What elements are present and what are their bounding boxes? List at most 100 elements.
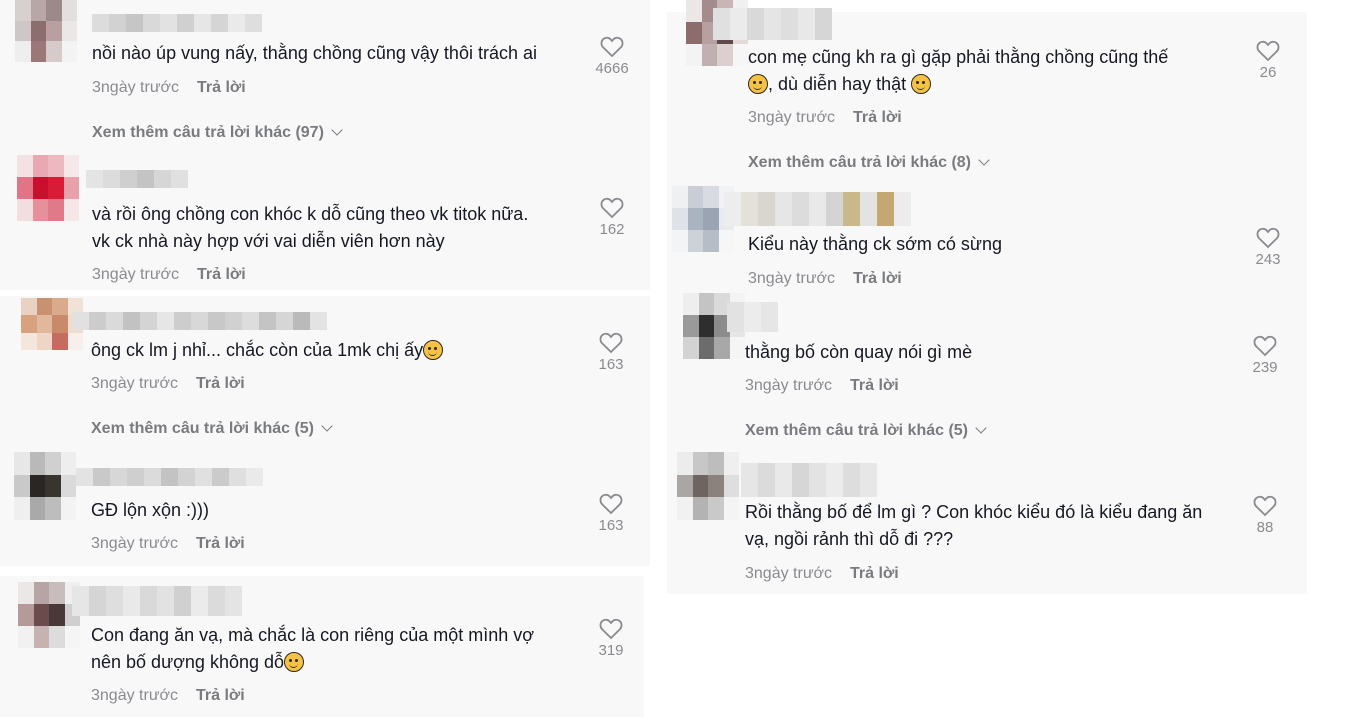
heart-outline-icon (1253, 495, 1277, 517)
like-button[interactable]: 239 (1242, 335, 1288, 376)
comment-text-content: nên bố dượng không dỗ (91, 652, 285, 672)
comment-text-content: , dù diễn hay thật (768, 74, 907, 94)
avatar[interactable] (677, 452, 739, 520)
comment-meta: 3ngày trước Trả lời (91, 687, 245, 705)
heart-outline-icon (599, 332, 623, 354)
comment-time: 3ngày trước (92, 266, 180, 283)
comment-text: ông ck lm j nhỉ... chắc còn của 1mk chị … (91, 337, 444, 364)
comment-text: GĐ lộn xộn :))) (91, 500, 210, 520)
heart-outline-icon (599, 618, 623, 640)
comment-time: 3ngày trước (748, 270, 836, 287)
username-blurred[interactable] (72, 586, 242, 616)
chevron-down-icon (975, 422, 987, 434)
avatar[interactable] (18, 582, 80, 648)
username-blurred[interactable] (724, 192, 911, 226)
comment-text: con mẹ cũng kh ra gì gặp phải thằng chồn… (748, 47, 1169, 67)
comment-text-line2: vk ck nhà này hợp với vai diễn viên hơn … (92, 231, 445, 251)
reply-button[interactable]: Trả lời (853, 270, 902, 287)
pensive-face-icon (748, 74, 768, 94)
comment-meta: 3ngày trước Trả lời (92, 79, 246, 97)
comment-text: Kiểu này thằng ck sớm có sừng (748, 234, 1002, 254)
comment-text: Con đang ăn vạ, mà chắc là con riêng của… (91, 625, 535, 645)
like-count: 243 (1255, 251, 1281, 268)
chevron-down-icon (331, 124, 343, 136)
username-blurred[interactable] (92, 14, 262, 32)
like-count: 163 (598, 356, 624, 373)
like-button[interactable]: 163 (588, 332, 634, 373)
like-button[interactable]: 243 (1245, 227, 1291, 268)
comment-meta: 3ngày trước Trả lời (748, 109, 902, 127)
view-more-replies[interactable]: Xem thêm câu trả lời khác (5) (745, 422, 987, 440)
username-blurred[interactable] (727, 302, 778, 332)
like-button[interactable]: 88 (1242, 495, 1288, 536)
reply-button[interactable]: Trả lời (196, 535, 245, 552)
comment-time: 3ngày trước (91, 375, 179, 392)
comment-text-line2: vạ, ngồi rảnh thì dỗ đi ??? (745, 529, 954, 549)
view-more-replies[interactable]: Xem thêm câu trả lời khác (8) (748, 154, 990, 172)
smirking-face-icon (423, 340, 444, 360)
view-more-replies[interactable]: Xem thêm câu trả lời khác (97) (92, 124, 343, 142)
like-button[interactable]: 162 (589, 197, 635, 238)
reply-button[interactable]: Trả lời (197, 79, 246, 96)
comment-text: và rồi ông chồng con khóc k dỗ cũng theo… (92, 204, 529, 224)
username-blurred[interactable] (713, 8, 832, 40)
heart-outline-icon (1256, 40, 1280, 62)
chevron-down-icon (321, 420, 333, 432)
view-more-label: Xem thêm câu trả lời khác (97) (92, 124, 324, 141)
username-blurred[interactable] (86, 170, 188, 188)
avatar[interactable] (17, 155, 79, 221)
view-more-label: Xem thêm câu trả lời khác (5) (91, 420, 315, 437)
pensive-face-icon (284, 652, 305, 672)
comment-time: 3ngày trước (92, 79, 180, 96)
comment-time: 3ngày trước (91, 687, 179, 704)
view-more-label: Xem thêm câu trả lời khác (5) (745, 422, 969, 439)
comment-meta: 3ngày trước Trả lời (91, 375, 245, 393)
comment-meta: 3ngày trước Trả lời (92, 266, 246, 284)
comment-meta: 3ngày trước Trả lời (745, 377, 899, 395)
like-count: 162 (599, 221, 625, 238)
comment-text: nồi nào úp vung nấy, thằng chồng cũng vậ… (92, 43, 537, 63)
like-count: 163 (598, 517, 624, 534)
view-more-label: Xem thêm câu trả lời khác (8) (748, 154, 972, 171)
like-count: 88 (1256, 519, 1274, 536)
comment-text: Rồi thằng bố để lm gì ? Con khóc kiểu đó… (745, 502, 1203, 522)
username-blurred[interactable] (76, 468, 263, 486)
reply-button[interactable]: Trả lời (850, 565, 899, 582)
avatar[interactable] (15, 0, 77, 62)
comment-time: 3ngày trước (745, 565, 833, 582)
comment-text-line2: nên bố dượng không dỗ (91, 649, 305, 676)
heart-outline-icon (600, 36, 624, 58)
username-blurred[interactable] (741, 463, 877, 497)
comment-meta: 3ngày trước Trả lời (91, 535, 245, 553)
avatar[interactable] (14, 452, 76, 520)
heart-outline-icon (600, 197, 624, 219)
like-count: 319 (598, 642, 624, 659)
comment-text-content: ông ck lm j nhỉ... chắc còn của 1mk chị … (91, 340, 424, 360)
like-button[interactable]: 4666 (589, 36, 635, 77)
reply-button[interactable]: Trả lời (197, 266, 246, 283)
comment-meta: 3ngày trước Trả lời (745, 565, 899, 583)
like-button[interactable]: 26 (1245, 40, 1291, 81)
like-button[interactable]: 163 (588, 493, 634, 534)
heart-outline-icon (599, 493, 623, 515)
like-button[interactable]: 319 (588, 618, 634, 659)
heart-outline-icon (1253, 335, 1277, 357)
like-count: 4666 (595, 60, 629, 77)
reply-button[interactable]: Trả lời (853, 109, 902, 126)
comment-time: 3ngày trước (748, 109, 836, 126)
username-blurred[interactable] (72, 312, 327, 330)
view-more-replies[interactable]: Xem thêm câu trả lời khác (5) (91, 420, 333, 438)
comment-meta: 3ngày trước Trả lời (748, 270, 902, 288)
reply-button[interactable]: Trả lời (196, 687, 245, 704)
reply-button[interactable]: Trả lời (196, 375, 245, 392)
comment-time: 3ngày trước (745, 377, 833, 394)
comment-time: 3ngày trước (91, 535, 179, 552)
like-count: 26 (1259, 64, 1277, 81)
comment-text-line2: , dù diễn hay thật (748, 71, 932, 98)
laughing-face-icon (911, 74, 932, 94)
comment-text: thằng bố còn quay nói gì mè (745, 342, 973, 362)
heart-outline-icon (1256, 227, 1280, 249)
like-count: 239 (1252, 359, 1278, 376)
reply-button[interactable]: Trả lời (850, 377, 899, 394)
chevron-down-icon (978, 154, 990, 166)
